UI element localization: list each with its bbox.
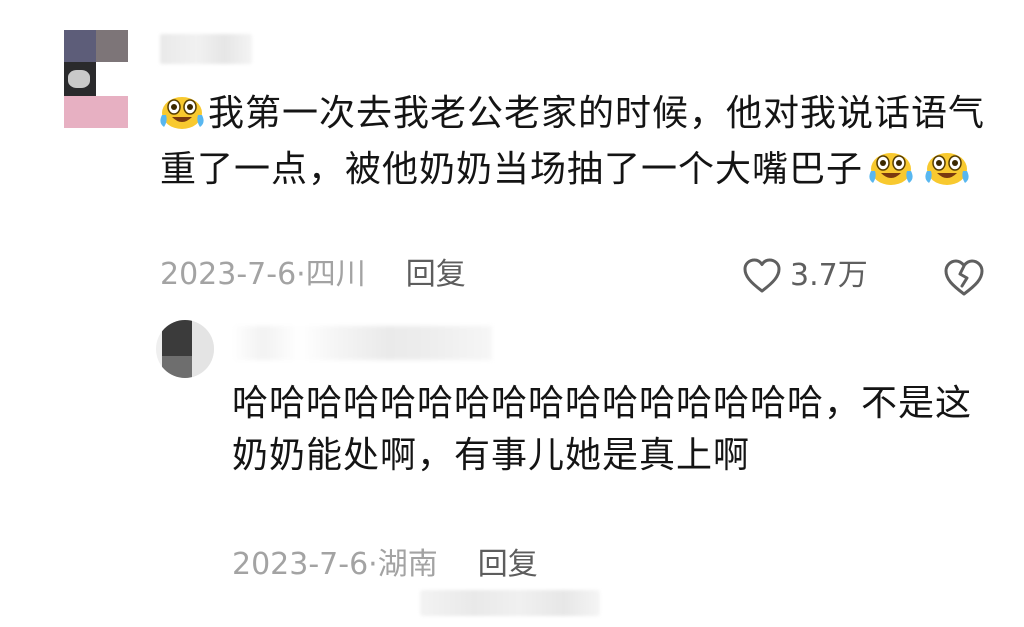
- comment-meta: 2023-7-6·四川 回复: [160, 252, 466, 298]
- heart-outline-icon: [743, 258, 781, 293]
- username-blurred[interactable]: [160, 34, 252, 64]
- reply-date: 2023-7-6: [232, 547, 369, 582]
- reply-button[interactable]: 回复: [406, 257, 466, 292]
- reply-location: 湖南: [377, 547, 438, 582]
- comment-body: 我第一次去我老公老家的时候，他对我说话语气重了一点，被他奶奶当场抽了一个大嘴巴子: [160, 86, 990, 198]
- broken-heart-icon[interactable]: [942, 256, 986, 300]
- reply-body: 哈哈哈哈哈哈哈哈哈哈哈哈哈哈哈哈，不是这奶奶能处啊，有事儿她是真上啊: [232, 383, 973, 476]
- like-button[interactable]: 3.7万: [742, 254, 868, 298]
- laughing-crying-face-icon: [925, 153, 969, 185]
- avatar[interactable]: [64, 30, 128, 128]
- comment-date: 2023-7-6: [160, 257, 297, 292]
- comment-text: 我第一次去我老公老家的时候，他对我说话语气重了一点，被他奶奶当场抽了一个大嘴巴子: [160, 93, 986, 190]
- laughing-crying-face-icon: [160, 97, 204, 129]
- watermark-blurred: [420, 590, 600, 616]
- laughing-crying-face-icon: [869, 153, 913, 185]
- like-count: 3.7万: [790, 258, 868, 293]
- meta-separator: ·: [368, 547, 378, 582]
- meta-separator: ·: [296, 257, 306, 292]
- reply-meta: 2023-7-6·湖南 回复: [232, 542, 538, 588]
- reply-avatar[interactable]: [156, 320, 214, 378]
- comment-location: 四川: [305, 257, 366, 292]
- reply-username-blurred[interactable]: [232, 326, 492, 360]
- reply-reply-button[interactable]: 回复: [478, 547, 538, 582]
